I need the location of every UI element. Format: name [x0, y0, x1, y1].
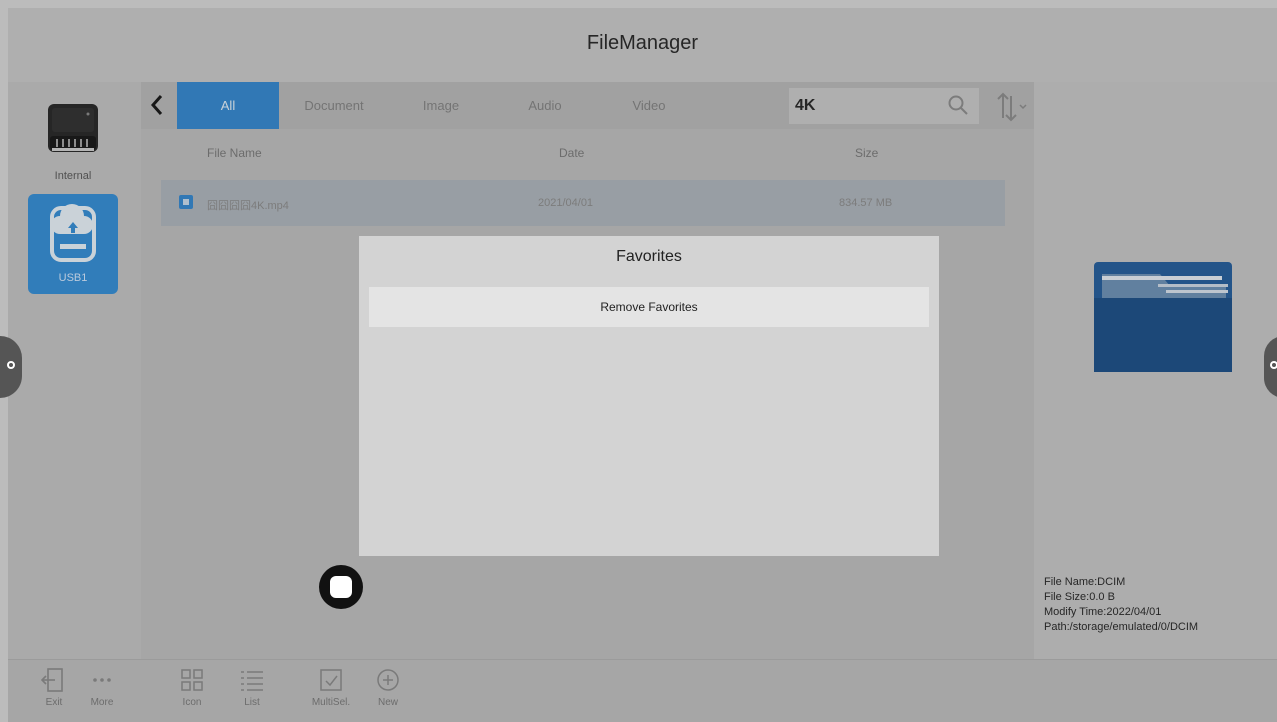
- handle-dot-icon: [1270, 361, 1277, 369]
- remove-favorites-option[interactable]: Remove Favorites: [369, 287, 929, 327]
- favorites-dialog: Favorites Remove Favorites: [359, 236, 939, 556]
- handle-dot-icon: [7, 361, 15, 369]
- dialog-title: Favorites: [616, 248, 682, 265]
- floating-assistive-button[interactable]: [319, 565, 363, 609]
